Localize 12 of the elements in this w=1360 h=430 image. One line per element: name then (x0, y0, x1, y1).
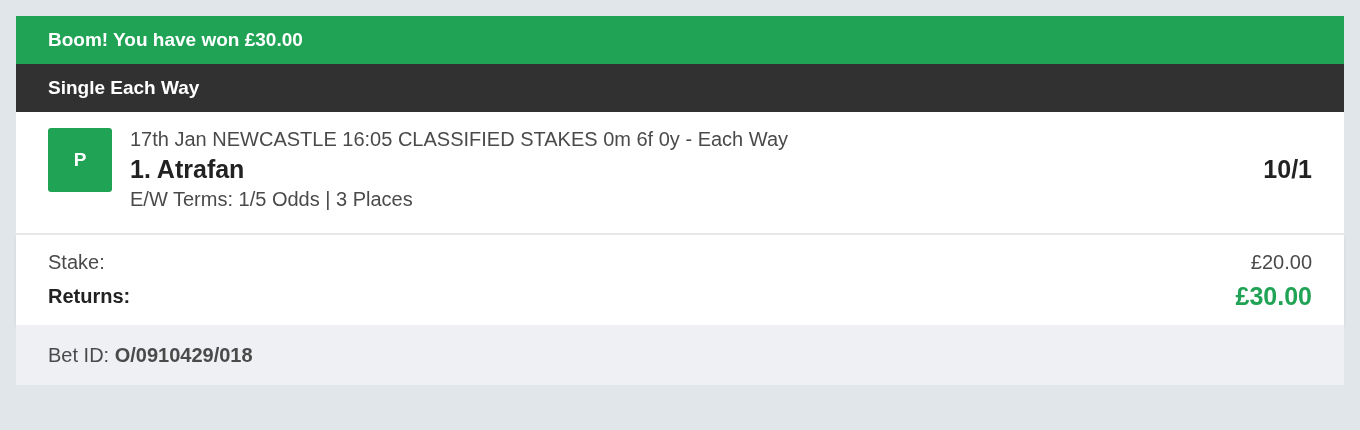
summary-label: Returns: (48, 285, 131, 308)
summary-value: £20.00 (1250, 251, 1312, 274)
summary-value: £30.00 (1235, 282, 1312, 311)
win-banner: Boom! You have won £30.00 (16, 16, 1344, 64)
race-details: 17th Jan NEWCASTLE 16:05 CLASSIFIED STAKES 0m 6f 0y - Each Way (130, 128, 790, 151)
bet-type-header: Single Each Way (16, 64, 1344, 112)
odds: 10/1 (1263, 155, 1312, 184)
summary-label: Stake: (48, 251, 105, 274)
runner-name: 1. Atrafan (130, 155, 245, 184)
result-badge: P (48, 128, 112, 192)
each-way-terms: E/W Terms: 1/5 Odds | 3 Places (130, 188, 414, 211)
bet-id: Bet ID: O/0910429/018 (48, 343, 253, 367)
